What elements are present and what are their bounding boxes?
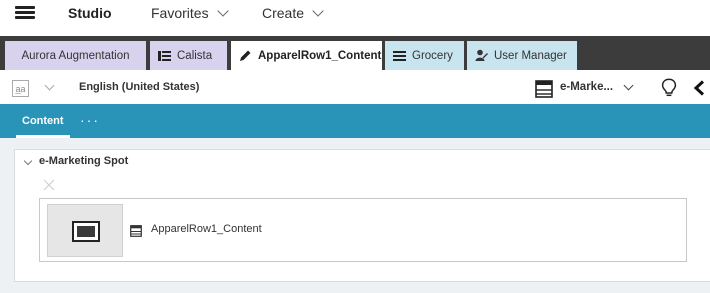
tab-calista[interactable]: Calista <box>150 41 227 70</box>
create-label: Create <box>262 5 305 21</box>
close-icon[interactable] <box>42 178 56 192</box>
favorites-label: Favorites <box>151 5 209 21</box>
menu-lines-icon <box>393 50 406 61</box>
content-thumbnail[interactable] <box>47 204 123 257</box>
top-menu-bar: Studio Favorites Create <box>0 0 710 26</box>
favorites-menu[interactable]: Favorites <box>151 5 229 21</box>
content-panel-area: e-Marketing Spot ApparelRow1_Content <box>0 138 710 293</box>
pencil-icon <box>239 49 252 62</box>
marketing-spot-icon <box>535 80 553 98</box>
tab-aurora-augmentation[interactable]: Aurora Augmentation <box>5 41 146 70</box>
user-manager-icon <box>475 49 488 62</box>
chevron-down-icon <box>312 5 324 17</box>
editor-toolbar: a̲a English (United States) e-Marke... <box>0 72 710 104</box>
hamburger-menu-icon[interactable] <box>15 5 35 19</box>
more-options-icon[interactable]: ··· <box>80 112 100 128</box>
tab-grocery[interactable]: Grocery <box>385 41 464 70</box>
tab-label: Calista <box>177 49 213 62</box>
chevron-down-icon[interactable] <box>44 80 55 91</box>
tab-label: Grocery <box>412 49 453 62</box>
content-tab[interactable]: Content <box>12 104 74 138</box>
tab-label: User Manager <box>494 49 567 62</box>
tab-user-manager[interactable]: User Manager <box>467 41 577 70</box>
collapse-chevron-left-icon[interactable] <box>693 80 705 101</box>
tab-label: ApparelRow1_Content <box>258 49 382 62</box>
chevron-down-icon[interactable] <box>23 156 33 166</box>
content-item-label[interactable]: ApparelRow1_Content <box>151 223 262 235</box>
content-tab-band: Content ··· <box>0 104 710 138</box>
spot-type-selector[interactable]: e-Marke... <box>560 81 613 93</box>
tab-apparelrow1-content[interactable]: ApparelRow1_Content × <box>231 41 394 70</box>
tab-label: Aurora Augmentation <box>21 49 130 62</box>
content-item-card[interactable]: ApparelRow1_Content <box>39 198 687 262</box>
content-preview-icon <box>72 221 100 242</box>
app-title: Studio <box>68 5 112 21</box>
panel-title: e-Marketing Spot <box>39 155 129 167</box>
list-icon <box>158 50 171 61</box>
lightbulb-icon[interactable] <box>661 78 677 103</box>
create-menu[interactable]: Create <box>262 5 324 21</box>
marketing-content-icon <box>130 224 142 237</box>
chevron-down-icon[interactable] <box>623 80 634 91</box>
chevron-down-icon <box>216 5 229 17</box>
tab-strip: Aurora Augmentation Calista ApparelRow1_… <box>0 36 710 70</box>
language-selector[interactable]: English (United States) <box>79 81 199 93</box>
language-icon[interactable]: a̲a <box>12 80 29 97</box>
marketing-spot-panel: e-Marketing Spot ApparelRow1_Content <box>14 149 710 282</box>
